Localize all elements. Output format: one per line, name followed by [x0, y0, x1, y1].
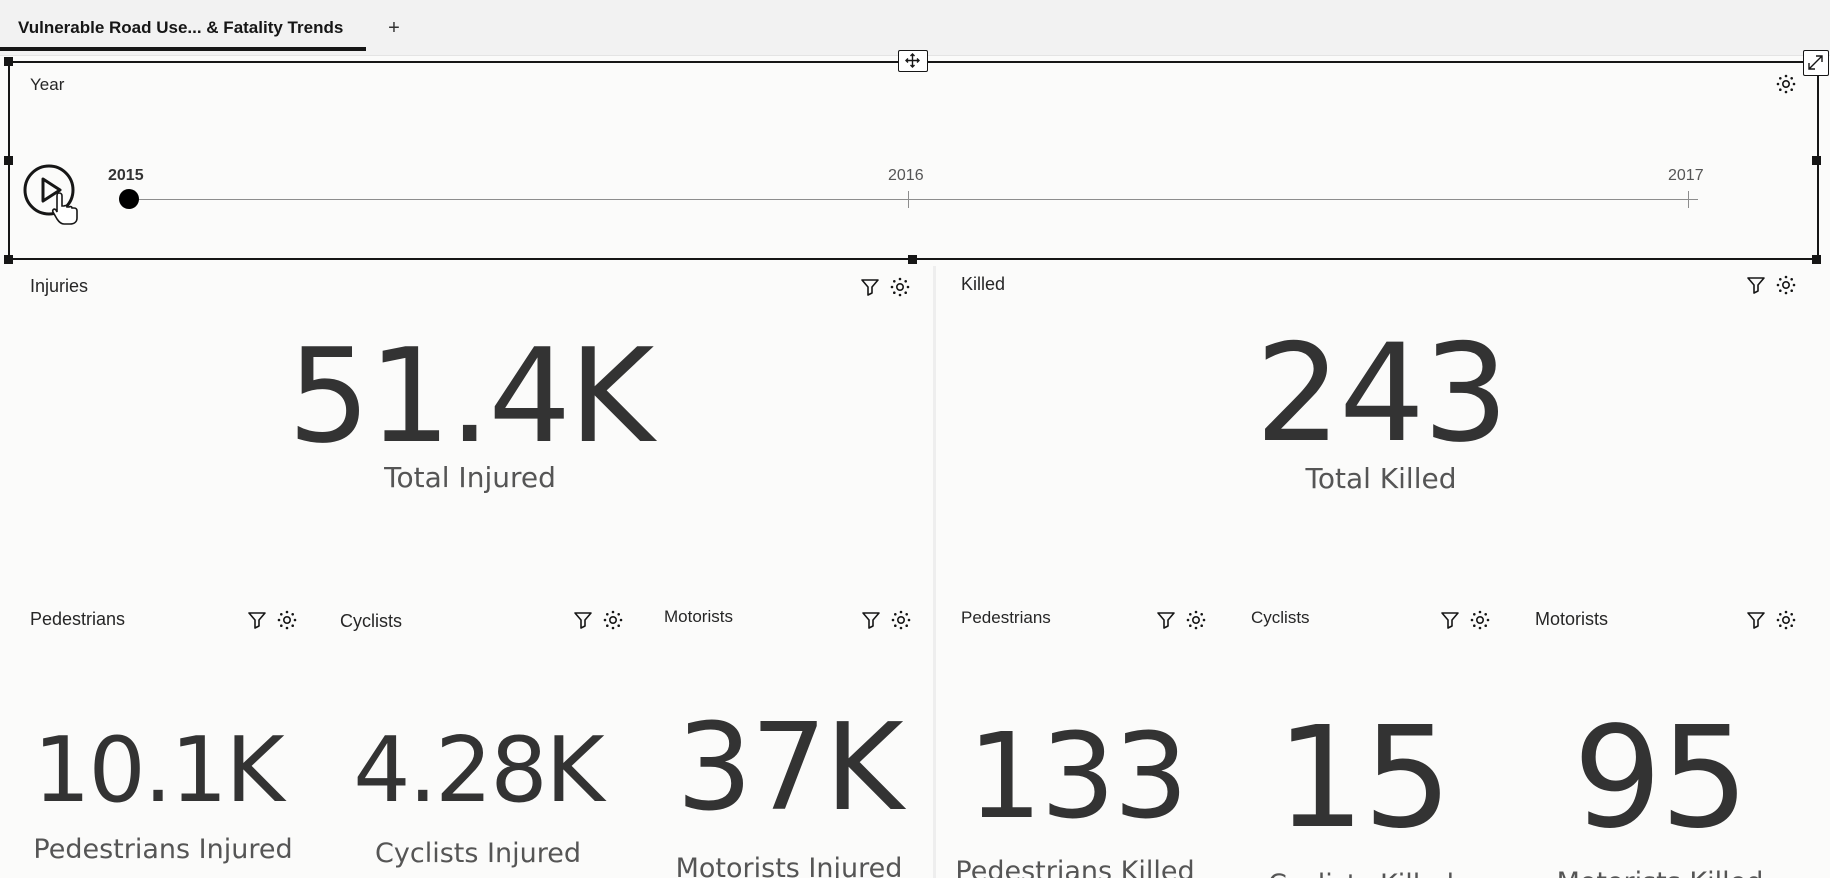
timeline-year-label: 2016 [888, 167, 924, 184]
dashboard-app: Vulnerable Road Use... & Fatality Trends… [0, 0, 1830, 878]
motorists-killed-widget[interactable]: Motorists 95 Motorists Killed [1520, 601, 1820, 878]
settings-icon[interactable] [602, 609, 624, 631]
year-timeline-widget[interactable]: Year 2015 2016 2017 [8, 61, 1819, 260]
filter-icon[interactable] [1745, 609, 1767, 631]
kpi-caption: Motorists Killed [1510, 867, 1810, 878]
widget-title: Injuries [30, 276, 89, 296]
resize-handle[interactable] [1812, 255, 1821, 264]
filter-icon[interactable] [1745, 274, 1767, 296]
pedestrians-injured-widget[interactable]: Pedestrians 10.1K Pedestrians Injured [8, 601, 308, 878]
settings-icon[interactable] [890, 609, 912, 631]
kpi-value: 95 [1572, 697, 1749, 860]
expand-icon[interactable] [1803, 50, 1829, 76]
add-tab-button[interactable]: + [380, 14, 408, 42]
kpi-value: 243 [1255, 315, 1509, 472]
kpi-caption: Cyclists Injured [375, 838, 581, 869]
widget-title: Killed [961, 274, 1006, 294]
filter-icon[interactable] [246, 609, 268, 631]
resize-handle[interactable] [4, 255, 13, 264]
settings-icon[interactable] [1469, 609, 1491, 631]
kpi-value: 10.1K [33, 718, 284, 823]
tab-vulnerable-road-users[interactable]: Vulnerable Road Use... & Fatality Trends [0, 0, 366, 52]
kpi-caption: Total Injured [384, 461, 556, 494]
tab-label: Vulnerable Road Use... & Fatality Trends [18, 18, 344, 37]
widget-title: Cyclists [1251, 608, 1310, 627]
injuries-widget[interactable]: Injuries 51.4K Total Injured [8, 266, 932, 596]
settings-icon[interactable] [276, 609, 298, 631]
resize-handle[interactable] [4, 57, 13, 66]
timeline-tick [908, 191, 909, 208]
kpi-value: 15 [1275, 697, 1452, 860]
tab-bar: Vulnerable Road Use... & Fatality Trends… [0, 0, 1830, 56]
timeline-year-label: 2015 [108, 167, 144, 184]
settings-icon[interactable] [1775, 609, 1797, 631]
kpi-caption: Pedestrians Injured [33, 834, 293, 865]
filter-icon[interactable] [572, 609, 594, 631]
cyclists-killed-widget[interactable]: Cyclists 15 Cyclists Killed [1236, 601, 1506, 878]
settings-icon[interactable] [1775, 73, 1797, 95]
resize-handle[interactable] [1812, 156, 1821, 165]
widget-title: Year [30, 75, 65, 94]
settings-icon[interactable] [1185, 609, 1207, 631]
filter-icon[interactable] [1439, 609, 1461, 631]
timeline-track[interactable] [120, 199, 1698, 200]
kpi-value: 133 [967, 707, 1188, 845]
kpi-value: 51.4K [287, 320, 655, 472]
cyclists-injured-widget[interactable]: Cyclists 4.28K Cyclists Injured [318, 601, 638, 878]
timeline-year-label: 2017 [1668, 167, 1704, 184]
settings-icon[interactable] [889, 276, 911, 298]
kpi-caption: Pedestrians Killed [955, 856, 1195, 878]
kpi-caption: Motorists Injured [675, 853, 903, 878]
settings-icon[interactable] [1775, 274, 1797, 296]
kpi-caption: Cyclists Killed [1226, 869, 1496, 878]
filter-icon[interactable] [860, 609, 882, 631]
motorists-injured-widget[interactable]: Motorists 37K Motorists Injured [650, 601, 928, 878]
widget-title: Motorists [1535, 609, 1609, 629]
active-tab-indicator [0, 47, 366, 51]
column-divider [933, 266, 936, 878]
resize-handle[interactable] [4, 156, 13, 165]
kpi-value: 37K [676, 699, 903, 838]
kpi-value: 4.28K [353, 718, 604, 823]
timeline-tick [1688, 191, 1689, 208]
kpi-caption: Total Killed [1305, 462, 1457, 495]
widget-title: Pedestrians [30, 609, 126, 629]
killed-widget[interactable]: Killed 243 Total Killed [940, 266, 1822, 596]
timeline-slider-handle[interactable] [119, 189, 139, 209]
dashboard-canvas: Year 2015 2016 2017 Injuries 51.4K Total… [0, 50, 1830, 878]
filter-icon[interactable] [1155, 609, 1177, 631]
filter-icon[interactable] [859, 276, 881, 298]
widget-title: Pedestrians [961, 608, 1051, 627]
hand-cursor-icon [50, 191, 80, 225]
widget-title: Cyclists [340, 611, 402, 631]
widget-title: Motorists [664, 607, 733, 626]
move-icon[interactable] [898, 50, 928, 72]
resize-handle[interactable] [908, 255, 917, 264]
pedestrians-killed-widget[interactable]: Pedestrians 133 Pedestrians Killed [948, 601, 1218, 878]
